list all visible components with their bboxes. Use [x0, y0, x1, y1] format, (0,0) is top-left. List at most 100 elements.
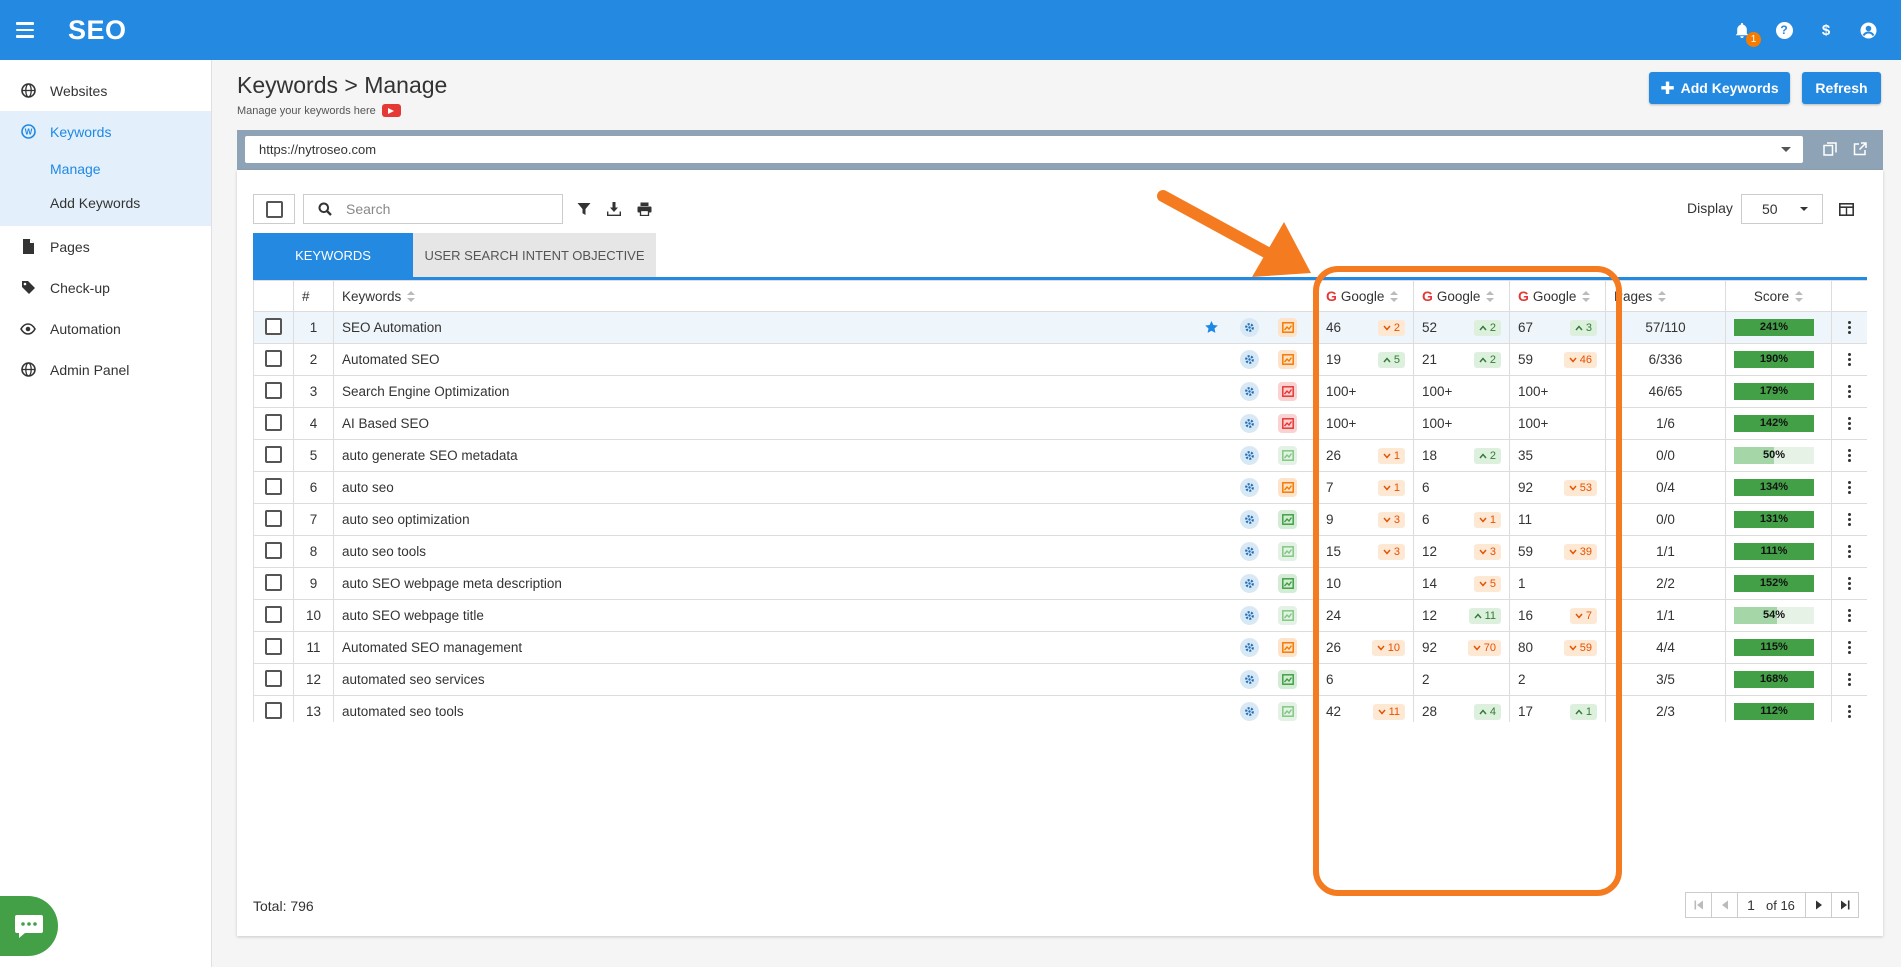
settings-icon[interactable] [1240, 606, 1259, 625]
settings-icon[interactable] [1240, 542, 1259, 561]
sidebar-item-admin-panel[interactable]: Admin Panel [0, 349, 211, 390]
sidebar-item-pages[interactable]: Pages [0, 226, 211, 267]
chart-icon[interactable] [1278, 478, 1297, 497]
more-vertical-icon[interactable] [1840, 385, 1859, 398]
chart-icon[interactable] [1278, 542, 1297, 561]
chart-icon[interactable] [1278, 414, 1297, 433]
youtube-icon[interactable] [381, 104, 401, 117]
chart-icon[interactable] [1278, 638, 1297, 657]
star-icon[interactable] [1202, 318, 1221, 337]
table-row[interactable]: 10 auto SEO webpage title 24 12 11 16 7 1/1 54% [253, 599, 1867, 632]
more-vertical-icon[interactable] [1840, 545, 1859, 558]
website-select[interactable]: https://nytroseo.com [245, 136, 1803, 163]
settings-icon[interactable] [1240, 414, 1259, 433]
chart-icon[interactable] [1278, 350, 1297, 369]
copy-icon[interactable] [1821, 140, 1839, 158]
chart-icon[interactable] [1278, 318, 1297, 337]
keyword-text[interactable]: AI Based SEO [342, 416, 429, 431]
help-icon[interactable]: ? [1775, 21, 1793, 39]
keywords-table-container[interactable]: # Keywords G Google G Google G Google Pages… [253, 280, 1867, 722]
header-google-2[interactable]: G Google [1413, 280, 1510, 312]
keyword-text[interactable]: SEO Automation [342, 320, 442, 335]
table-row[interactable]: 2 Automated SEO 19 5 21 2 59 46 6/336 190% [253, 343, 1867, 376]
next-page-button[interactable] [1806, 893, 1832, 917]
tab-keywords[interactable]: KEYWORDS [253, 233, 413, 277]
settings-icon[interactable] [1240, 574, 1259, 593]
settings-icon[interactable] [1240, 702, 1259, 721]
keyword-text[interactable]: auto seo tools [342, 544, 426, 559]
last-page-button[interactable] [1832, 893, 1858, 917]
row-checkbox[interactable] [265, 541, 282, 559]
row-checkbox[interactable] [265, 605, 282, 623]
chat-button[interactable] [0, 896, 58, 956]
external-link-icon[interactable] [1851, 140, 1869, 158]
first-page-button[interactable] [1686, 893, 1712, 917]
table-row[interactable]: 12 automated seo services 6 2 2 3/5 168% [253, 663, 1867, 696]
sidebar-item-automation[interactable]: Automation [0, 308, 211, 349]
columns-icon[interactable] [1835, 198, 1857, 220]
sidebar-item-websites[interactable]: Websites [0, 70, 211, 111]
select-all-checkbox[interactable] [253, 194, 295, 224]
settings-icon[interactable] [1240, 510, 1259, 529]
keyword-text[interactable]: automated seo tools [342, 704, 464, 719]
row-checkbox[interactable] [265, 413, 282, 431]
keyword-text[interactable]: auto generate SEO metadata [342, 448, 518, 463]
sidebar-item-keywords[interactable]: W Keywords [0, 111, 211, 152]
header-score[interactable]: Score [1725, 280, 1832, 312]
sidebar-subitem-manage[interactable]: Manage [0, 152, 211, 186]
table-row[interactable]: 3 Search Engine Optimization 100+ 100+ 100+ 4… [253, 375, 1867, 408]
row-checkbox[interactable] [265, 445, 282, 463]
more-vertical-icon[interactable] [1840, 673, 1859, 686]
row-checkbox[interactable] [265, 349, 282, 367]
more-vertical-icon[interactable] [1840, 449, 1859, 462]
table-row[interactable]: 13 automated seo tools 42 11 28 4 17 1 2/3 112% [253, 695, 1867, 722]
settings-icon[interactable] [1240, 446, 1259, 465]
display-select[interactable]: 50 [1741, 194, 1823, 224]
chart-icon[interactable] [1278, 382, 1297, 401]
more-vertical-icon[interactable] [1840, 481, 1859, 494]
row-checkbox[interactable] [265, 669, 282, 687]
more-vertical-icon[interactable] [1840, 417, 1859, 430]
dollar-icon[interactable]: $ [1817, 21, 1835, 39]
add-keywords-button[interactable]: ✚ Add Keywords [1649, 72, 1790, 104]
settings-icon[interactable] [1240, 318, 1259, 337]
row-checkbox[interactable] [265, 701, 282, 719]
menu-icon[interactable] [16, 0, 40, 60]
bell-icon[interactable]: 1 [1733, 21, 1761, 47]
settings-icon[interactable] [1240, 478, 1259, 497]
keyword-text[interactable]: auto seo optimization [342, 512, 470, 527]
keyword-text[interactable]: auto seo [342, 480, 394, 495]
table-row[interactable]: 11 Automated SEO management 26 10 92 70 80 59 4/… [253, 631, 1867, 664]
keyword-text[interactable]: auto SEO webpage meta description [342, 576, 562, 591]
table-row[interactable]: 5 auto generate SEO metadata 26 1 18 2 35 0/0 50… [253, 439, 1867, 472]
prev-page-button[interactable] [1712, 893, 1738, 917]
row-checkbox[interactable] [265, 509, 282, 527]
keyword-text[interactable]: Automated SEO [342, 352, 440, 367]
settings-icon[interactable] [1240, 350, 1259, 369]
more-vertical-icon[interactable] [1840, 321, 1859, 334]
table-row[interactable]: 1 SEO Automation 46 2 52 2 67 3 57/110 241% [253, 311, 1867, 344]
header-google-3[interactable]: G Google [1509, 280, 1606, 312]
download-icon[interactable] [603, 198, 625, 220]
more-vertical-icon[interactable] [1840, 641, 1859, 654]
settings-icon[interactable] [1240, 670, 1259, 689]
header-keywords[interactable]: Keywords [333, 280, 1318, 312]
keyword-text[interactable]: Automated SEO management [342, 640, 522, 655]
more-vertical-icon[interactable] [1840, 353, 1859, 366]
more-vertical-icon[interactable] [1840, 609, 1859, 622]
sidebar-subitem-add-keywords[interactable]: Add Keywords [0, 186, 211, 220]
sidebar-item-checkup[interactable]: Check-up [0, 267, 211, 308]
chart-icon[interactable] [1278, 574, 1297, 593]
table-row[interactable]: 7 auto seo optimization 9 3 6 1 11 0/0 131% [253, 503, 1867, 536]
header-pages[interactable]: Pages [1605, 280, 1726, 312]
row-checkbox[interactable] [265, 637, 282, 655]
print-icon[interactable] [633, 198, 655, 220]
table-row[interactable]: 8 auto seo tools 15 3 12 3 59 39 1/1 111% [253, 535, 1867, 568]
chart-icon[interactable] [1278, 510, 1297, 529]
row-checkbox[interactable] [265, 573, 282, 591]
row-checkbox[interactable] [265, 381, 282, 399]
chart-icon[interactable] [1278, 446, 1297, 465]
current-page[interactable]: 1 [1738, 893, 1764, 917]
table-row[interactable]: 4 AI Based SEO 100+ 100+ 100+ 1/6 142% [253, 407, 1867, 440]
table-row[interactable]: 9 auto SEO webpage meta description 10 14 5 1… [253, 567, 1867, 600]
